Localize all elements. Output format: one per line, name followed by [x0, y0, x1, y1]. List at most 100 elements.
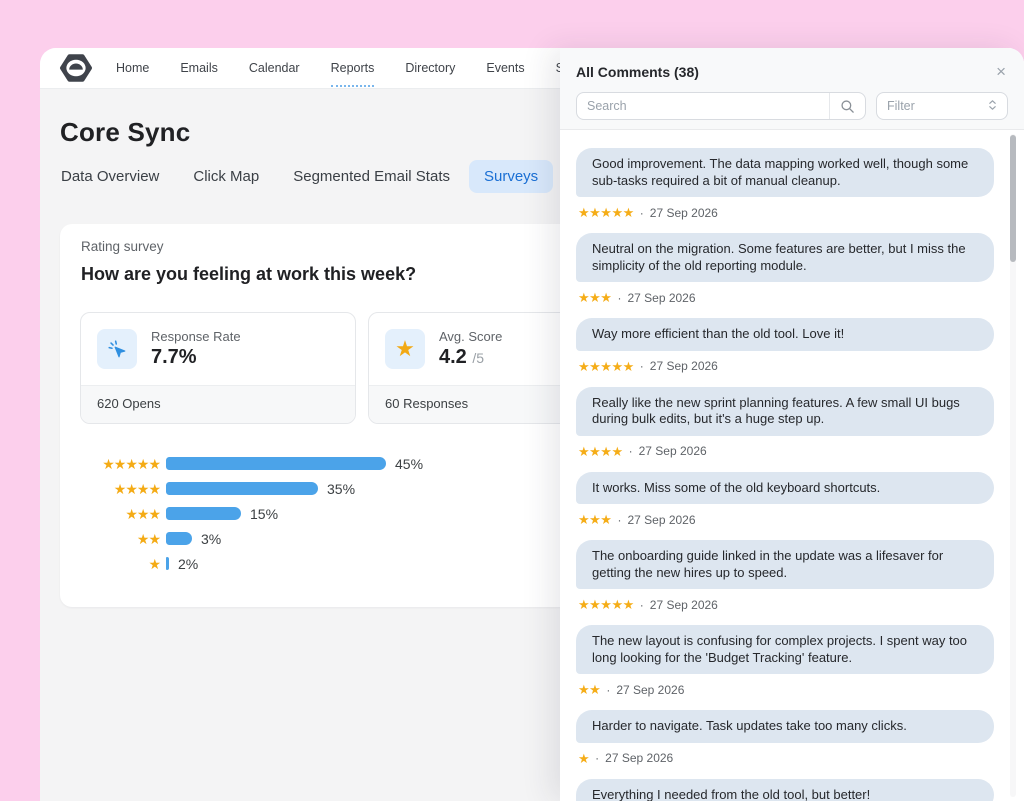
comments-list: Good improvement. The data mapping worke…: [560, 130, 1024, 801]
rating-stars: ★: [80, 557, 160, 571]
meta-separator: ·: [617, 292, 621, 304]
comments-panel-header: All Comments (38) × Filt: [560, 48, 1024, 130]
comment-bubble: Way more efficient than the old tool. Lo…: [576, 318, 994, 351]
nav-item-events[interactable]: Events: [486, 61, 524, 75]
rating-bar: [166, 557, 169, 570]
comment-bubble: The new layout is confusing for complex …: [576, 625, 994, 674]
rating-percent: 3%: [201, 531, 221, 547]
stat-label: Avg. Score: [439, 329, 502, 344]
rating-percent: 15%: [250, 506, 278, 522]
filter-select[interactable]: Filter: [876, 92, 1008, 120]
click-icon: [97, 329, 137, 369]
comment-item: It works. Miss some of the old keyboard …: [576, 472, 994, 528]
rating-percent: 2%: [178, 556, 198, 572]
meta-separator: ·: [595, 752, 599, 764]
stat-suffix: /5: [472, 350, 484, 366]
comment-date: 27 Sep 2026: [650, 599, 718, 611]
comment-item: Really like the new sprint planning feat…: [576, 387, 994, 459]
comment-meta: ★★★ · 27 Sep 2026: [576, 512, 994, 527]
nav-item-calendar[interactable]: Calendar: [249, 61, 300, 75]
rating-bar: [166, 457, 386, 470]
tab-surveys[interactable]: Surveys: [469, 160, 553, 193]
comment-bubble: Good improvement. The data mapping worke…: [576, 148, 994, 197]
rating-distribution-chart: ★★★★★ 45% ★★★★ 35% ★★★ 15% ★★ 3% ★ 2%: [80, 451, 423, 576]
comment-rating-stars: ★★★: [578, 513, 611, 526]
comment-meta: ★★★·27 Sep 2026: [576, 290, 994, 305]
rating-stars: ★★★★: [80, 482, 160, 496]
stat-value: 7.7%: [151, 346, 241, 369]
rating-stars: ★★: [80, 532, 160, 546]
comment-bubble: Everything I needed from the old tool, b…: [576, 779, 994, 801]
rating-stars: ★★★★★: [80, 457, 160, 471]
comment-date: 27 Sep 2026: [616, 684, 684, 696]
close-icon[interactable]: ×: [996, 63, 1006, 80]
comment-bubble: It works. Miss some of the old keyboard …: [576, 472, 994, 505]
chevron-updown-icon: [988, 99, 997, 114]
desktop-background: Home Emails Calendar Reports Directory Events…: [0, 0, 1024, 801]
rating-percent: 35%: [327, 481, 355, 497]
tab-data-overview[interactable]: Data Overview: [46, 160, 174, 193]
rating-bar-row: ★★★ 15%: [80, 501, 423, 526]
comment-meta: ★★★★★·27 Sep 2026: [576, 359, 994, 374]
comment-meta: ★ · 27 Sep 2026: [576, 751, 994, 766]
search-icon[interactable]: [829, 93, 865, 119]
nav-items: Home Emails Calendar Reports Directory Events…: [116, 61, 632, 75]
tab-click-map[interactable]: Click Map: [178, 160, 274, 193]
comments-panel-title: All Comments (38): [576, 64, 699, 80]
rating-bar: [166, 482, 318, 495]
app-window: Home Emails Calendar Reports Directory Events…: [40, 48, 1024, 801]
comment-date: 27 Sep 2026: [605, 752, 673, 764]
stat-footer: 620 Opens: [81, 385, 355, 423]
comment-item: The onboarding guide linked in the updat…: [576, 540, 994, 612]
comment-bubble: Really like the new sprint planning feat…: [576, 387, 994, 436]
filter-label: Filter: [887, 99, 915, 113]
comment-date: 27 Sep 2026: [650, 360, 718, 372]
meta-separator: ·: [617, 514, 621, 526]
comment-rating-stars: ★★★★★: [578, 206, 634, 219]
meta-separator: ·: [640, 207, 644, 219]
comment-date: 27 Sep 2026: [639, 445, 707, 457]
comments-panel: All Comments (38) × Filt: [560, 48, 1024, 801]
stat-label: Response Rate: [151, 329, 241, 344]
star-icon: ★: [385, 329, 425, 369]
survey-question: How are you feeling at work this week?: [81, 264, 416, 285]
comment-rating-stars: ★★★★★: [578, 360, 634, 373]
meta-separator: ·: [629, 445, 633, 457]
comment-date: 27 Sep 2026: [650, 207, 718, 219]
comment-item: The new layout is confusing for complex …: [576, 625, 994, 697]
search-input[interactable]: [577, 99, 829, 113]
nav-item-home[interactable]: Home: [116, 61, 149, 75]
comment-item: Way more efficient than the old tool. Lo…: [576, 318, 994, 374]
comment-rating-stars: ★: [578, 752, 589, 765]
comment-rating-stars: ★★★★: [578, 445, 623, 458]
meta-separator: ·: [640, 599, 644, 611]
tab-segmented-email-stats[interactable]: Segmented Email Stats: [278, 160, 465, 193]
rating-bar-row: ★ 2%: [80, 551, 423, 576]
survey-type-label: Rating survey: [81, 239, 164, 254]
comment-item: Everything I needed from the old tool, b…: [576, 779, 994, 801]
comment-meta: ★★★★★ · 27 Sep 2026: [576, 205, 994, 220]
rating-percent: 45%: [395, 456, 423, 472]
comment-meta: ★★★★ · 27 Sep 2026: [576, 444, 994, 459]
comment-bubble: The onboarding guide linked in the updat…: [576, 540, 994, 589]
rating-stars: ★★★: [80, 507, 160, 521]
comment-item: Neutral on the migration. Some features …: [576, 233, 994, 305]
nav-item-emails[interactable]: Emails: [180, 61, 218, 75]
comment-meta: ★★ · 27 Sep 2026: [576, 682, 994, 697]
comment-date: 27 Sep 2026: [627, 514, 695, 526]
nav-item-reports[interactable]: Reports: [331, 61, 375, 75]
rating-bar: [166, 507, 241, 520]
nav-item-directory[interactable]: Directory: [405, 61, 455, 75]
comment-bubble: Harder to navigate. Task updates take to…: [576, 710, 994, 743]
meta-separator: ·: [606, 684, 610, 696]
comment-rating-stars: ★★★: [578, 291, 611, 304]
scrollbar-thumb[interactable]: [1010, 135, 1016, 262]
rating-bar-row: ★★★★★ 45%: [80, 451, 423, 476]
stat-value: 4.2 /5: [439, 346, 502, 369]
comment-item: Good improvement. The data mapping worke…: [576, 148, 994, 220]
rating-bar: [166, 532, 192, 545]
app-logo-icon: [59, 53, 93, 83]
comment-rating-stars: ★★: [578, 683, 600, 696]
comment-meta: ★★★★★·27 Sep 2026: [576, 597, 994, 612]
report-tabs: Data OverviewClick MapSegmented Email St…: [46, 160, 553, 193]
